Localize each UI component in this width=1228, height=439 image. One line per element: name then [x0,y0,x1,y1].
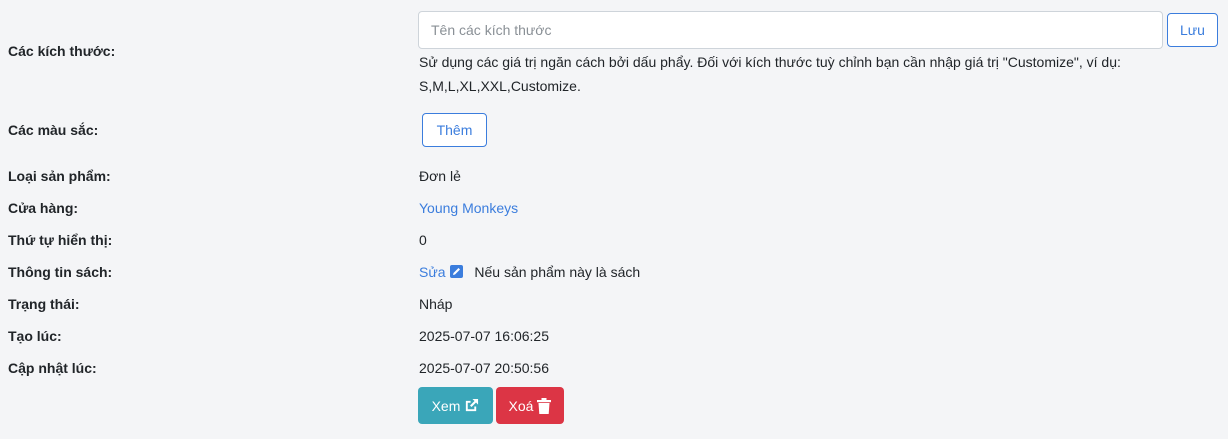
display-order-value: 0 [419,232,427,248]
add-color-button[interactable]: Thêm [422,113,487,147]
product-type-value: Đơn lẻ [419,168,461,184]
status-value: Nháp [419,296,453,312]
external-link-icon [466,398,479,412]
sizes-label: Các kích thước: [8,43,116,59]
view-button-label: Xem [431,397,461,414]
created-at-label: Tạo lúc: [8,328,62,344]
product-type-label: Loại sản phẩm: [8,168,111,184]
store-link[interactable]: Young Monkeys [419,200,518,216]
created-at-value: 2025-07-07 16:06:25 [419,328,549,344]
save-sizes-button[interactable]: Lưu [1167,13,1218,47]
sizes-input[interactable] [418,11,1163,49]
trash-icon [537,397,552,414]
book-info-label: Thông tin sách: [8,264,113,280]
updated-at-label: Cập nhật lúc: [8,360,97,376]
sizes-help-text: Sử dụng các giá trị ngăn cách bởi dấu ph… [419,54,1121,94]
edit-book-info-label: Sửa [419,264,446,280]
delete-button[interactable]: Xoá [496,387,564,424]
updated-at-value: 2025-07-07 20:50:56 [419,360,549,376]
book-info-value: Sửa Nếu sản phẩm này là sách [419,264,640,280]
display-order-label: Thứ tự hiển thị: [8,232,113,248]
view-button[interactable]: Xem [418,387,493,424]
status-label: Trạng thái: [8,296,80,312]
edit-book-info-link[interactable]: Sửa [419,264,463,280]
colors-label: Các màu sắc: [8,122,99,138]
delete-button-label: Xoá [508,397,534,414]
store-label: Cửa hàng: [8,200,79,216]
pen-square-icon [449,265,463,278]
book-info-note: Nếu sản phẩm này là sách [474,264,641,280]
